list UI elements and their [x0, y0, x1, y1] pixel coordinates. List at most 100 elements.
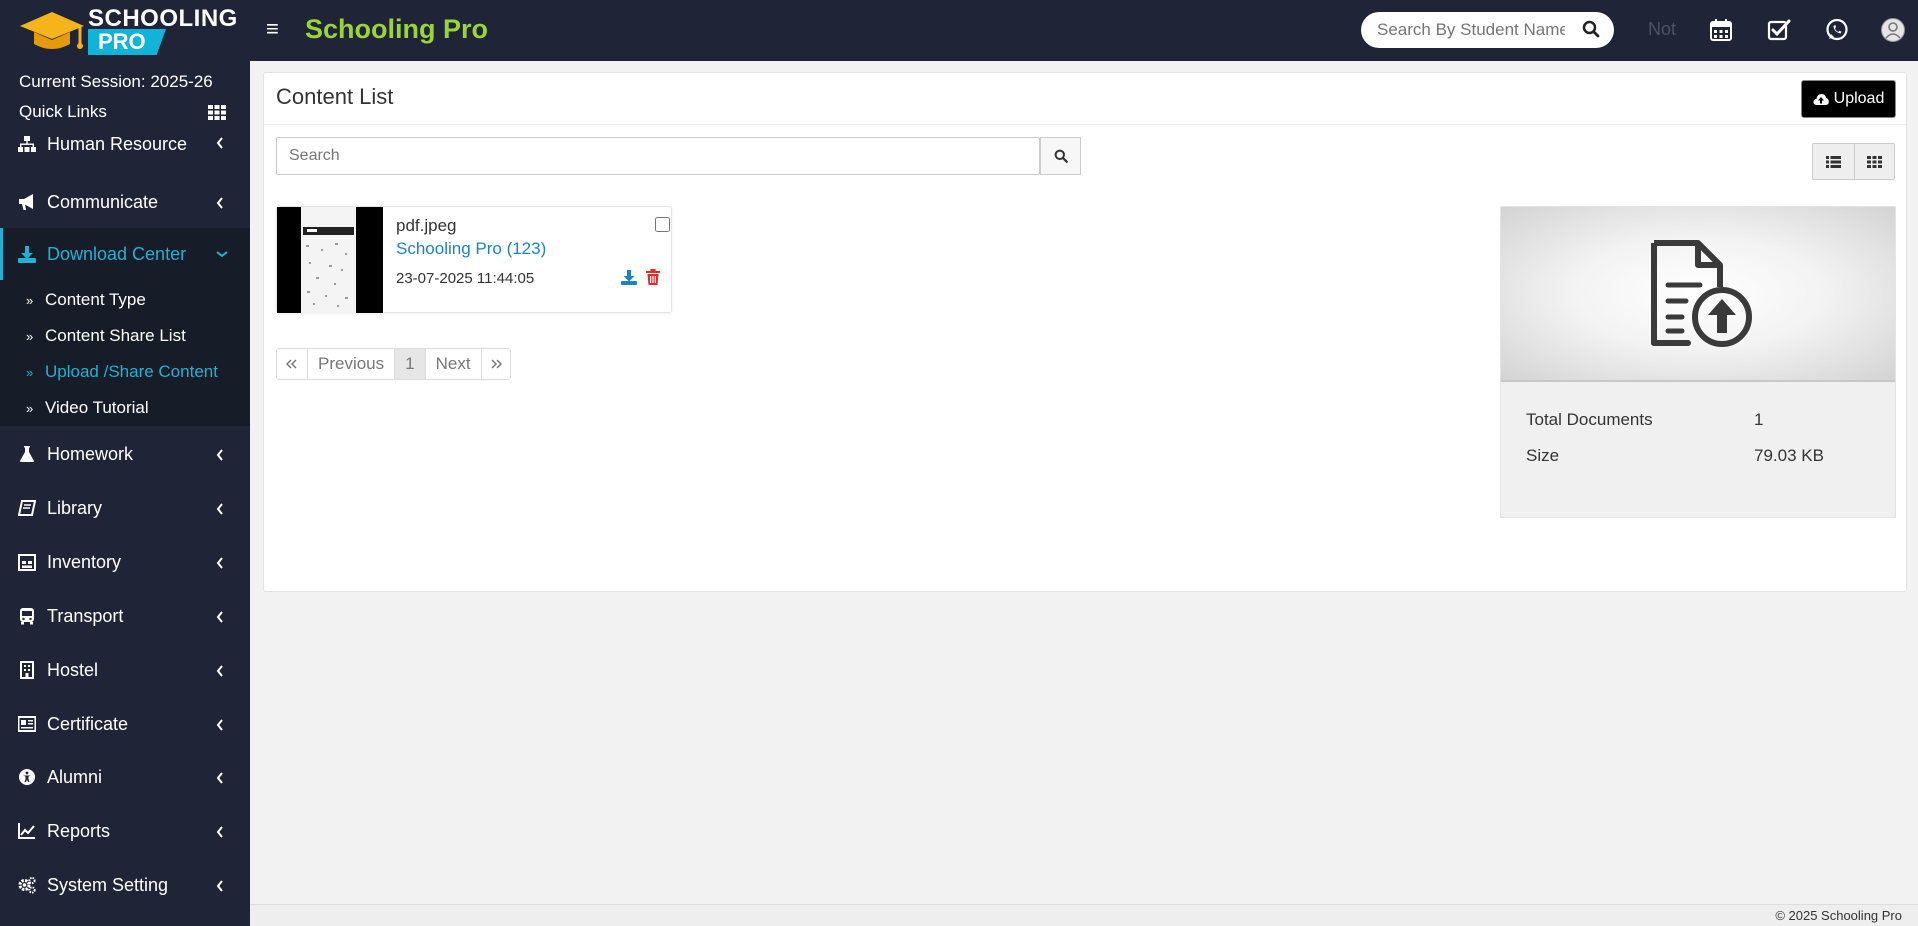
- sidebar-item-label: Library: [47, 497, 103, 518]
- chevron-left-icon: [216, 665, 223, 677]
- double-chevron-right-icon: »: [26, 329, 34, 344]
- document-upload-icon: [1651, 240, 1752, 347]
- app-logo[interactable]: SCHOOLING PRO: [0, 0, 250, 61]
- content-list-panel: Content List Upload Search pdf.jpeg Scho…: [263, 72, 1907, 592]
- search-icon[interactable]: [1582, 20, 1600, 38]
- chevron-left-icon: [216, 611, 223, 623]
- pagination: Previous 1 Next: [276, 348, 511, 380]
- notification-link[interactable]: Not: [1648, 19, 1676, 40]
- first-page-button[interactable]: [277, 349, 307, 379]
- sidebar-item-label: System Setting: [47, 874, 169, 895]
- calendar-icon[interactable]: [1708, 17, 1734, 43]
- download-center-submenu: » Content Type » Content Share List » Uploa…: [0, 280, 250, 426]
- grid-icon: [1866, 155, 1882, 168]
- size-value: 79.03 KB: [1754, 446, 1824, 465]
- sidebar-item-communicate[interactable]: Communicate: [0, 176, 250, 228]
- trash-icon[interactable]: [646, 269, 660, 285]
- chevron-left-icon: [216, 449, 223, 461]
- sidebar-item-alumni[interactable]: Alumni: [0, 751, 250, 803]
- double-chevron-right-icon: »: [26, 401, 34, 416]
- view-toggle: [1812, 143, 1895, 180]
- chevron-left-icon: [216, 880, 223, 892]
- sidebar-item-library[interactable]: Library: [0, 482, 250, 534]
- sidebar-item-system-setting[interactable]: System Setting: [0, 859, 250, 911]
- submenu-item-upload-share-content[interactable]: » Upload /Share Content: [26, 362, 218, 382]
- certificate-icon: [18, 716, 36, 732]
- brand-title: Schooling Pro: [305, 14, 489, 44]
- task-check-icon[interactable]: [1766, 17, 1792, 43]
- book-icon: [18, 500, 36, 516]
- student-search: [1361, 12, 1614, 48]
- quick-links-label[interactable]: Quick Links: [19, 102, 107, 122]
- chevron-down-icon: [216, 251, 228, 258]
- list-icon: [1825, 155, 1841, 168]
- chevron-left-icon: [216, 137, 223, 149]
- current-session: Current Session: 2025-26: [19, 72, 213, 91]
- sidebar-item-inventory[interactable]: Inventory: [0, 536, 250, 588]
- chevron-left-icon: [216, 197, 223, 209]
- sidebar-item-homework[interactable]: Homework: [0, 428, 250, 480]
- upload-button-label: Upload: [1833, 90, 1885, 107]
- double-chevron-left-icon: [286, 359, 297, 369]
- user-avatar-icon[interactable]: [1880, 17, 1906, 43]
- submenu-item-content-type[interactable]: » Content Type: [26, 290, 146, 310]
- sidebar-item-reports[interactable]: Reports: [0, 805, 250, 857]
- content-search: [276, 137, 1040, 175]
- graduation-cap-icon: [20, 12, 84, 49]
- panel-header: Content List Upload: [264, 73, 1906, 125]
- chevron-left-icon: [216, 557, 223, 569]
- documents-summary-card: Total Documents 1 Size 79.03 KB: [1500, 206, 1896, 518]
- sidebar-item-label: Human Resource: [47, 133, 188, 154]
- page-number-button[interactable]: 1: [394, 349, 425, 379]
- search-icon: [1054, 149, 1068, 163]
- sidebar-item-label: Communicate: [47, 191, 159, 212]
- file-thumbnail[interactable]: [277, 207, 383, 313]
- sitemap-icon: [18, 136, 36, 152]
- logo-text-primary: SCHOOLING: [88, 5, 238, 32]
- chevron-left-icon: [216, 719, 223, 731]
- logo-text-secondary: PRO: [88, 29, 166, 55]
- document-preview-image: [303, 227, 354, 307]
- flask-icon: [20, 446, 34, 462]
- submenu-item-content-share-list[interactable]: » Content Share List: [26, 326, 186, 346]
- submenu-item-label: Content Share List: [45, 326, 186, 345]
- sidebar-item-label: Certificate: [47, 713, 129, 734]
- bus-icon: [20, 608, 34, 625]
- file-date: 23-07-2025 11:44:05: [396, 270, 535, 287]
- warehouse-icon: [18, 554, 36, 571]
- last-page-button[interactable]: [480, 349, 510, 379]
- download-icon[interactable]: [621, 269, 637, 285]
- sidebar-item-human-resource[interactable]: Human Resource: [0, 122, 250, 166]
- download-icon: [18, 246, 36, 263]
- file-owner-link[interactable]: Schooling Pro (123): [396, 239, 546, 259]
- sidebar: Current Session: 2025-26 Quick Links Hum…: [0, 61, 250, 926]
- thumbnail-preview: [301, 207, 356, 313]
- sidebar-item-certificate[interactable]: Certificate: [0, 698, 250, 750]
- line-chart-icon: [18, 823, 35, 839]
- file-select-checkbox[interactable]: [655, 217, 670, 232]
- sidebar-item-label: Transport: [47, 605, 124, 626]
- submenu-item-video-tutorial[interactable]: » Video Tutorial: [26, 398, 149, 418]
- menu-toggle-icon[interactable]: ≡: [266, 17, 286, 41]
- whatsapp-icon[interactable]: [1824, 17, 1850, 43]
- cloud-upload-icon: [1813, 93, 1829, 105]
- content-search-button[interactable]: [1040, 137, 1081, 175]
- page-title: Content List: [276, 84, 394, 109]
- grid-icon[interactable]: [208, 105, 226, 120]
- sidebar-item-label: Reports: [47, 820, 111, 841]
- sidebar-item-hostel[interactable]: Hostel: [0, 644, 250, 696]
- list-view-button[interactable]: [1813, 144, 1854, 179]
- content-search-input[interactable]: [289, 147, 989, 165]
- sidebar-item-transport[interactable]: Transport: [0, 590, 250, 642]
- previous-page-button[interactable]: Previous: [307, 349, 394, 379]
- upload-button[interactable]: Upload: [1801, 80, 1896, 118]
- sidebar-item-download-center[interactable]: Download Center: [0, 228, 250, 280]
- submenu-item-label: Content Type: [45, 290, 146, 309]
- sidebar-item-label: Download Center: [47, 243, 187, 264]
- chevron-left-icon: [216, 503, 223, 515]
- top-header: SCHOOLING PRO ≡ Schooling Pro Not: [0, 0, 1918, 61]
- submenu-item-label: Video Tutorial: [45, 398, 149, 417]
- student-search-input[interactable]: [1377, 20, 1565, 40]
- next-page-button[interactable]: Next: [424, 349, 481, 379]
- grid-view-button[interactable]: [1853, 144, 1895, 179]
